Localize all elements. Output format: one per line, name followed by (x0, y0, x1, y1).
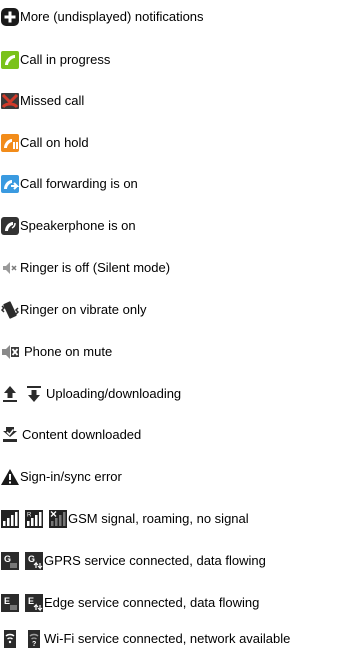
item-label: GSM signal, roaming, no signal (68, 511, 249, 526)
item-label: Phone on mute (24, 344, 113, 359)
list-item: Speakerphone is on (0, 215, 136, 237)
list-item: Missed call (0, 90, 84, 112)
gprs-connected-icon: G (0, 551, 20, 571)
list-item: Uploading/downloading (0, 383, 181, 405)
list-item: Ringer is off (Silent mode) (0, 257, 170, 279)
list-item: Phone on mute (0, 341, 112, 363)
list-item: Call in progress (0, 49, 110, 71)
list-item: Call on hold (0, 132, 89, 154)
list-item: Content downloaded (0, 424, 141, 446)
edge-data-flowing-icon: E (24, 593, 44, 613)
svg-text:G: G (28, 554, 35, 564)
list-item: E E Edge service connected, data flowing (0, 592, 259, 614)
downloading-icon (24, 384, 44, 404)
item-label: Ringer is off (Silent mode) (20, 260, 171, 275)
call-on-hold-icon (0, 133, 20, 153)
gprs-data-flowing-icon: G (24, 551, 44, 571)
item-label: Wi-Fi service connected, network availab… (44, 631, 291, 646)
svg-text:E: E (28, 596, 34, 606)
item-label: Uploading/downloading (46, 386, 182, 401)
svg-text:R: R (27, 513, 32, 519)
list-item: G G GPRS service connected, data flowing (0, 550, 266, 572)
phone-mute-icon (0, 342, 20, 362)
item-label: Call in progress (20, 52, 111, 67)
list-item: More (undisplayed) notifications (0, 6, 204, 28)
roaming-signal-icon: R (24, 509, 44, 529)
call-forwarding-icon (0, 174, 20, 194)
vibrate-icon (0, 300, 20, 320)
item-label: Sign-in/sync error (20, 469, 122, 484)
svg-text:?: ? (32, 641, 36, 648)
ringer-off-icon (0, 258, 20, 278)
edge-connected-icon: E (0, 593, 20, 613)
no-signal-icon (48, 509, 68, 529)
item-label: Call forwarding is on (20, 176, 138, 191)
item-label: Call on hold (20, 135, 89, 150)
item-label: Content downloaded (22, 427, 142, 442)
svg-text:G: G (4, 554, 11, 564)
wifi-connected-icon (0, 629, 20, 649)
item-label: Speakerphone is on (20, 218, 136, 233)
item-label: Ringer on vibrate only (20, 302, 147, 317)
item-label: Missed call (20, 93, 85, 108)
wifi-available-icon: ? (24, 629, 44, 649)
sync-error-icon (0, 467, 20, 487)
call-in-progress-icon (0, 50, 20, 70)
missed-call-icon (0, 91, 20, 111)
content-downloaded-icon (0, 425, 20, 445)
list-item: Ringer on vibrate only (0, 299, 146, 321)
list-item: Call forwarding is on (0, 173, 138, 195)
item-label: Edge service connected, data flowing (44, 595, 260, 610)
gsm-signal-icon (0, 509, 20, 529)
item-label: GPRS service connected, data flowing (44, 553, 266, 568)
list-item: ? Wi-Fi service connected, network avail… (0, 628, 290, 650)
more-notifications-icon (0, 7, 20, 27)
list-item: R GSM signal, roaming, no signal (0, 508, 249, 530)
uploading-icon (0, 384, 20, 404)
list-item: Sign-in/sync error (0, 466, 122, 488)
svg-text:E: E (4, 596, 10, 606)
item-label: More (undisplayed) notifications (20, 9, 204, 24)
speakerphone-icon (0, 216, 20, 236)
